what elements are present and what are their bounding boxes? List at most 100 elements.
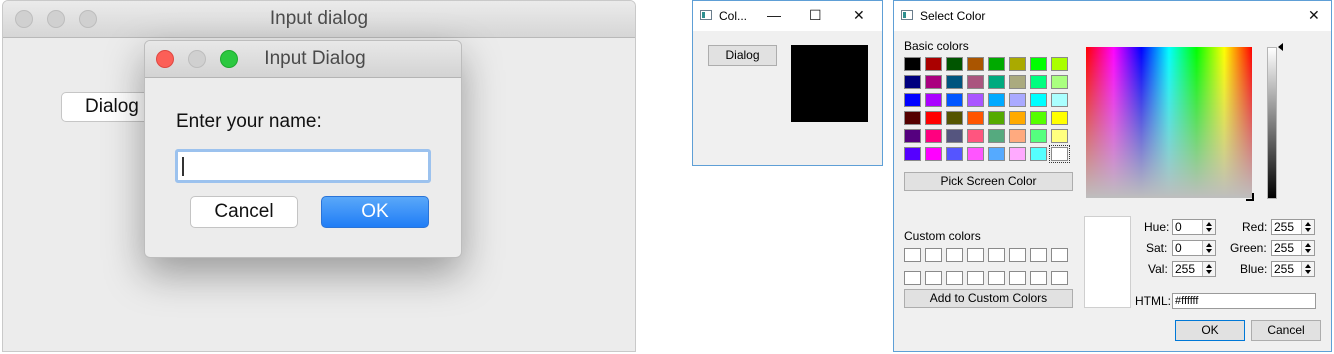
basic-color-swatch[interactable] (946, 111, 963, 125)
basic-color-swatch[interactable] (967, 75, 984, 89)
name-input[interactable] (175, 149, 431, 183)
html-color-input[interactable]: #ffffff (1172, 293, 1316, 309)
close-icon[interactable]: ✕ (853, 8, 865, 22)
ok-button[interactable]: OK (1175, 320, 1245, 341)
spin-arrows-icon[interactable] (1301, 241, 1314, 255)
custom-color-swatch[interactable] (925, 248, 942, 262)
window-titlebar[interactable]: Col... — ☐ ✕ (693, 1, 882, 31)
basic-color-swatch[interactable] (1009, 93, 1026, 107)
basic-color-swatch[interactable] (1051, 111, 1068, 125)
basic-color-swatch[interactable] (988, 147, 1005, 161)
spin-arrows-icon[interactable] (1202, 262, 1215, 276)
val-spinbox[interactable]: 255 (1172, 261, 1216, 277)
dialog-button[interactable]: Dialog (708, 45, 777, 66)
basic-color-swatch[interactable] (925, 93, 942, 107)
basic-color-swatch[interactable] (946, 75, 963, 89)
window-titlebar[interactable]: Input dialog (3, 1, 635, 38)
custom-color-swatch[interactable] (925, 271, 942, 285)
hue-spinbox[interactable]: 0 (1172, 219, 1216, 235)
basic-color-swatch[interactable] (904, 57, 921, 71)
luminance-slider[interactable] (1267, 47, 1277, 199)
minimize-icon[interactable]: — (767, 8, 781, 22)
custom-color-swatch[interactable] (988, 248, 1005, 262)
basic-color-swatch[interactable] (1009, 129, 1026, 143)
basic-color-swatch[interactable] (967, 57, 984, 71)
ok-button[interactable]: OK (321, 196, 429, 228)
spin-arrows-icon[interactable] (1301, 262, 1314, 276)
custom-color-swatch[interactable] (988, 271, 1005, 285)
basic-color-swatch[interactable] (925, 147, 942, 161)
basic-color-swatch[interactable] (925, 75, 942, 89)
custom-color-swatch[interactable] (1051, 271, 1068, 285)
sat-spinbox[interactable]: 0 (1172, 240, 1216, 256)
custom-color-swatch[interactable] (946, 271, 963, 285)
basic-color-swatch[interactable] (925, 111, 942, 125)
basic-color-swatch[interactable] (1051, 93, 1068, 107)
basic-color-swatch[interactable] (1030, 147, 1047, 161)
basic-color-swatch[interactable] (946, 57, 963, 71)
basic-color-swatch[interactable] (904, 111, 921, 125)
basic-color-swatch[interactable] (1051, 75, 1068, 89)
basic-color-swatch[interactable] (1051, 129, 1068, 143)
val-label: Val: (1148, 262, 1168, 276)
pick-screen-color-button[interactable]: Pick Screen Color (904, 172, 1073, 191)
basic-color-swatch[interactable] (1030, 111, 1047, 125)
basic-color-swatch[interactable] (1030, 129, 1047, 143)
basic-color-swatch[interactable] (1009, 57, 1026, 71)
dialog-titlebar[interactable]: Select Color ✕ (894, 1, 1331, 31)
basic-color-swatch[interactable] (988, 75, 1005, 89)
basic-color-swatch[interactable] (988, 129, 1005, 143)
basic-color-swatch[interactable] (1009, 75, 1026, 89)
custom-color-swatch[interactable] (1030, 271, 1047, 285)
basic-color-swatch[interactable] (904, 129, 921, 143)
maximize-icon[interactable]: ☐ (809, 8, 822, 22)
spectrum-crosshair-icon[interactable] (1246, 193, 1254, 201)
close-icon[interactable]: ✕ (1308, 8, 1320, 22)
hue-saturation-spectrum[interactable] (1086, 47, 1252, 198)
cancel-button[interactable]: Cancel (190, 196, 298, 228)
custom-color-swatch[interactable] (1051, 248, 1068, 262)
basic-color-swatch[interactable] (946, 147, 963, 161)
basic-color-swatch[interactable] (1030, 57, 1047, 71)
cancel-button[interactable]: Cancel (1251, 320, 1321, 341)
custom-color-swatch[interactable] (1009, 271, 1026, 285)
basic-color-swatch[interactable] (967, 111, 984, 125)
dialog-titlebar[interactable]: Input Dialog (145, 41, 461, 78)
blue-value: 255 (1274, 262, 1295, 276)
basic-color-swatch[interactable] (904, 75, 921, 89)
basic-color-swatch[interactable] (988, 57, 1005, 71)
basic-color-swatch[interactable] (967, 147, 984, 161)
basic-color-swatch[interactable] (1049, 145, 1070, 163)
custom-color-swatch[interactable] (904, 248, 921, 262)
basic-color-swatch[interactable] (1009, 111, 1026, 125)
dialog-title: Select Color (920, 9, 986, 23)
basic-color-swatch[interactable] (1030, 75, 1047, 89)
custom-color-swatch[interactable] (1009, 248, 1026, 262)
custom-color-swatch[interactable] (946, 248, 963, 262)
custom-color-swatch[interactable] (1030, 248, 1047, 262)
custom-color-swatch[interactable] (904, 271, 921, 285)
luminance-arrow-icon[interactable] (1278, 43, 1283, 51)
basic-color-swatch[interactable] (946, 129, 963, 143)
basic-color-swatch[interactable] (988, 111, 1005, 125)
spin-arrows-icon[interactable] (1202, 220, 1215, 234)
basic-color-swatch[interactable] (904, 147, 921, 161)
basic-color-swatch[interactable] (925, 129, 942, 143)
basic-color-swatch[interactable] (1009, 147, 1026, 161)
basic-color-swatch[interactable] (904, 93, 921, 107)
add-to-custom-colors-button[interactable]: Add to Custom Colors (904, 289, 1073, 308)
green-spinbox[interactable]: 255 (1271, 240, 1315, 256)
spin-arrows-icon[interactable] (1202, 241, 1215, 255)
basic-color-swatch[interactable] (1030, 93, 1047, 107)
basic-color-swatch[interactable] (946, 93, 963, 107)
custom-color-swatch[interactable] (967, 248, 984, 262)
custom-color-swatch[interactable] (967, 271, 984, 285)
basic-color-swatch[interactable] (967, 129, 984, 143)
basic-color-swatch[interactable] (925, 57, 942, 71)
red-spinbox[interactable]: 255 (1271, 219, 1315, 235)
basic-color-swatch[interactable] (967, 93, 984, 107)
basic-color-swatch[interactable] (1051, 57, 1068, 71)
spin-arrows-icon[interactable] (1301, 220, 1314, 234)
blue-spinbox[interactable]: 255 (1271, 261, 1315, 277)
basic-color-swatch[interactable] (988, 93, 1005, 107)
